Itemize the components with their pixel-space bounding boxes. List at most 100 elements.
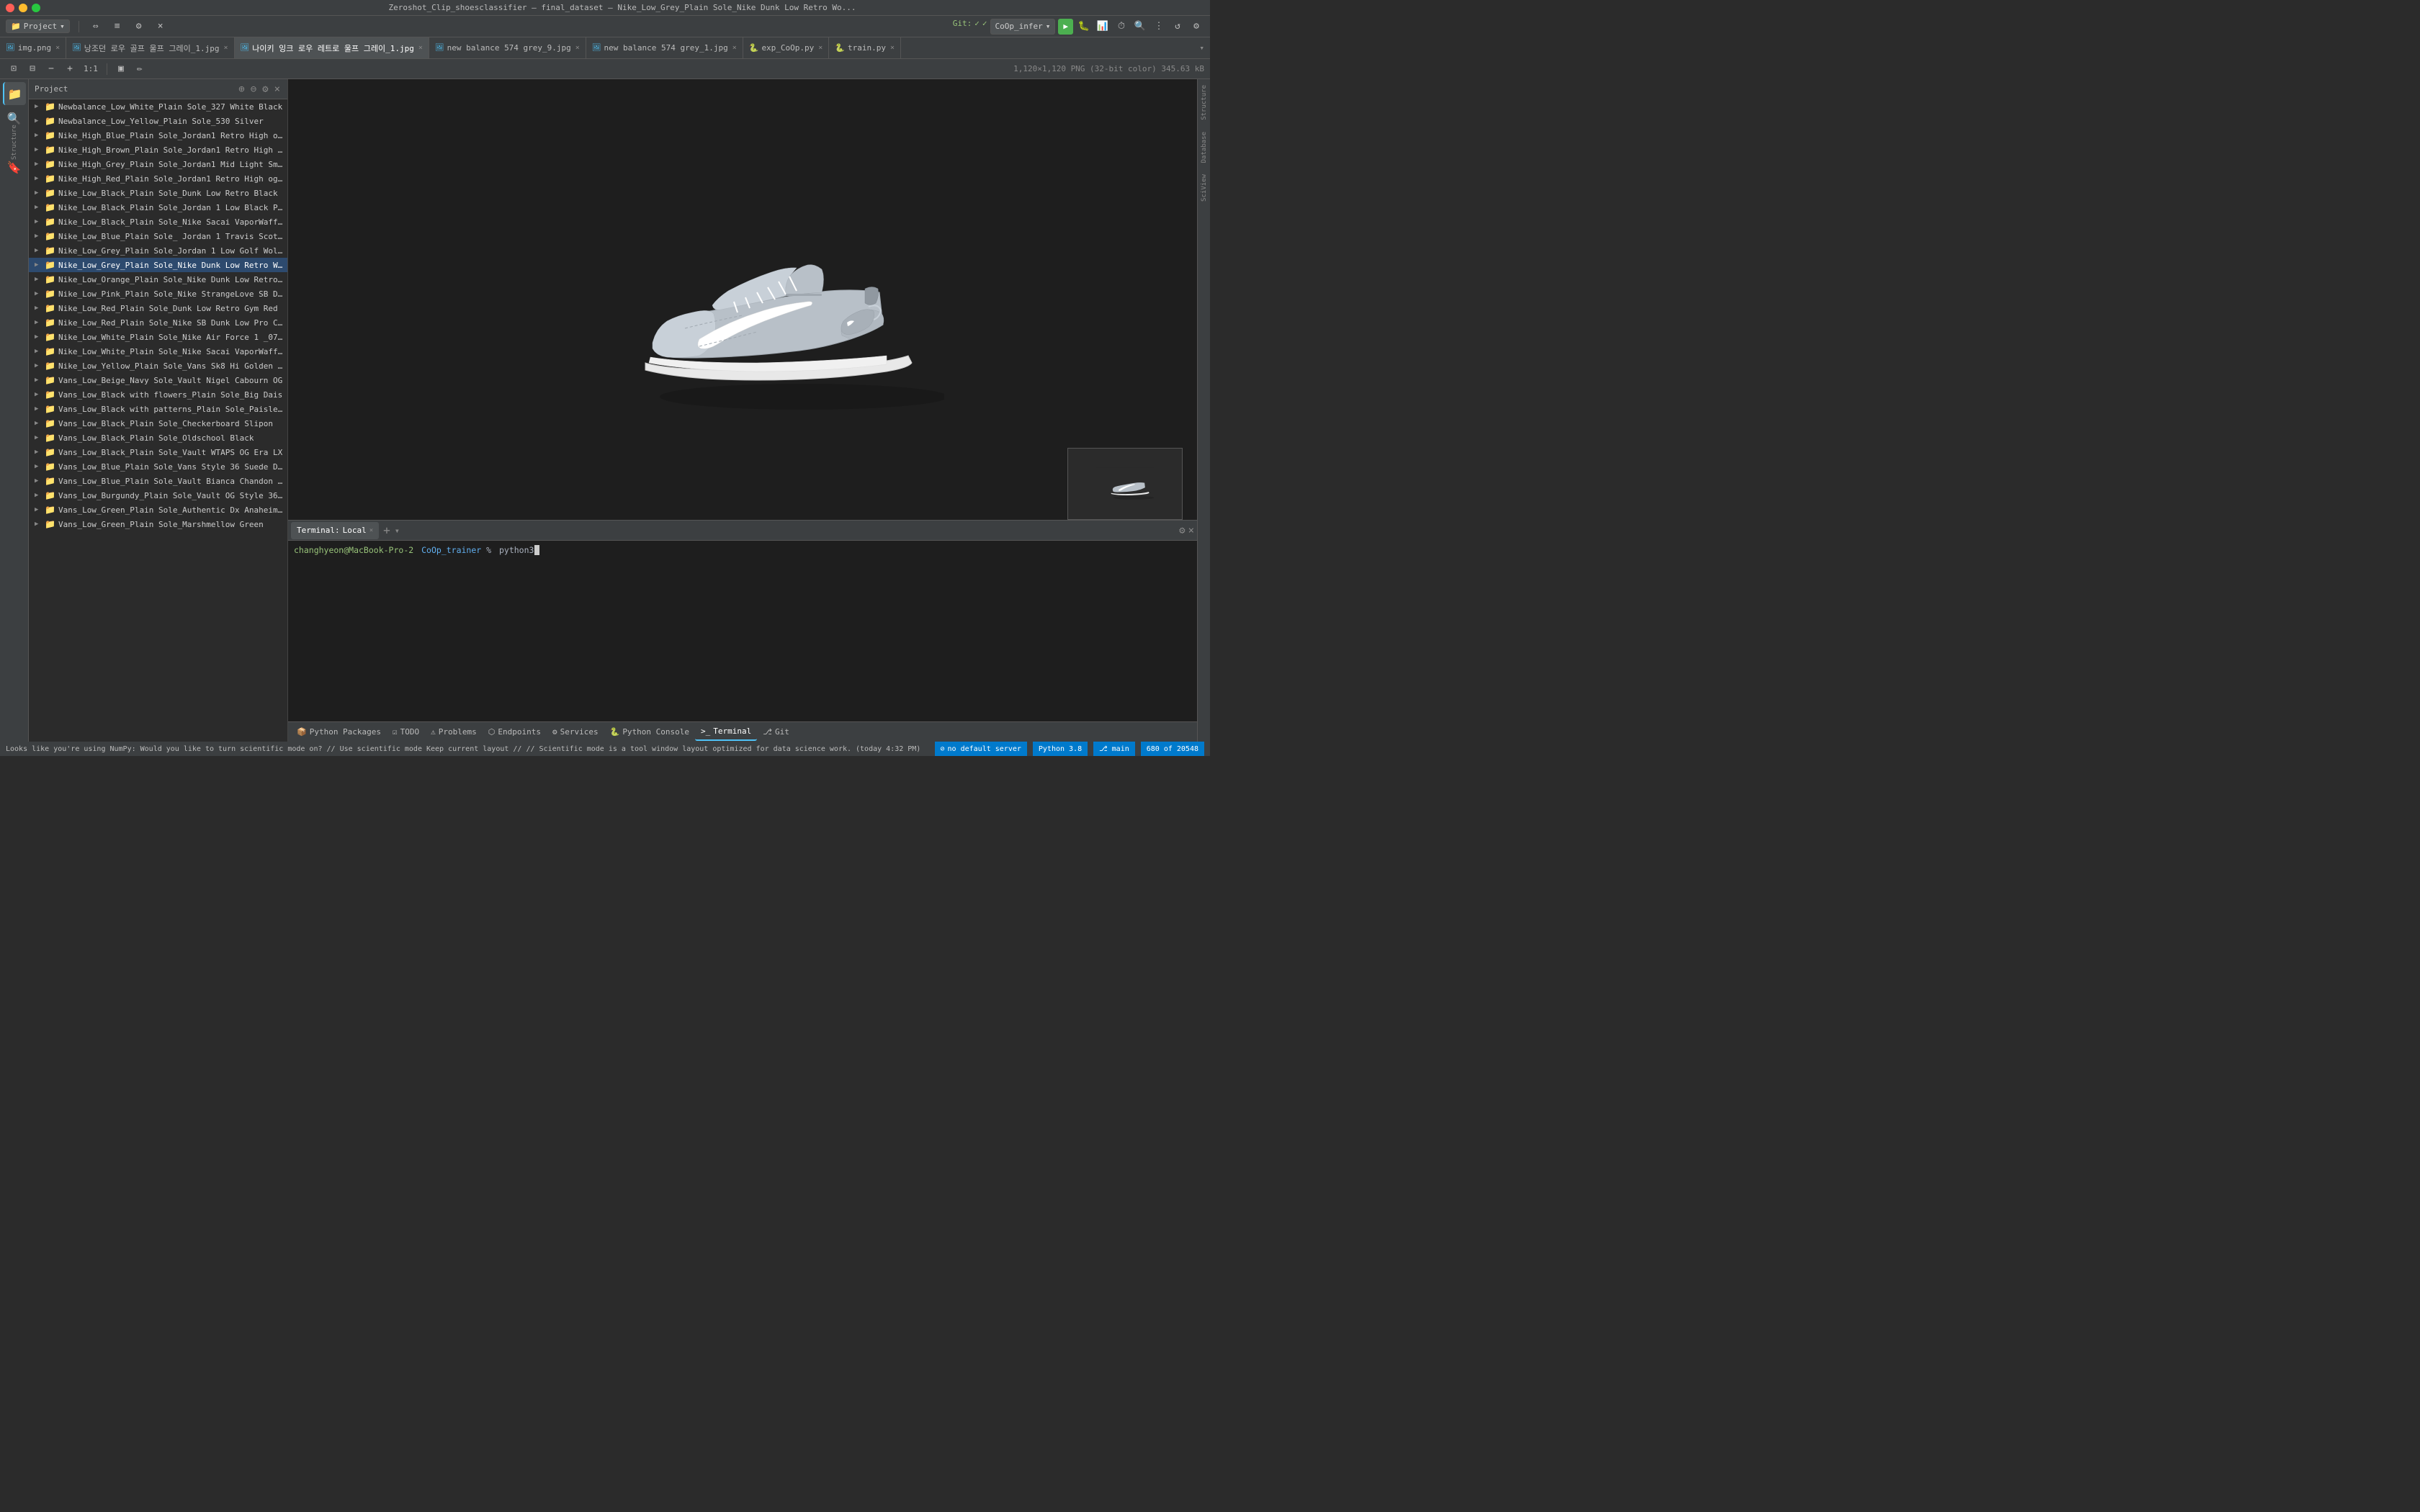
project-button[interactable]: 📁 Project ▾ [6,19,70,33]
sidebar-settings-icon[interactable]: ⚙ [261,82,269,96]
actual-size-button[interactable]: ▣ [113,61,129,77]
right-panel-structure[interactable]: Structure [1199,82,1209,123]
minimize-button[interactable] [19,4,27,12]
tree-item-nike-low-red-sb[interactable]: ▶ 📁 Nike_Low_Red_Plain Sole_Nike SB Dunk… [29,315,287,330]
tab-exp-coop[interactable]: 🐍 exp_CoOp.py × [743,37,830,59]
tree-item-vans-burgundy[interactable]: ▶ 📁 Vans_Low_Burgundy_Plain Sole_Vault O… [29,488,287,503]
fit-width-button[interactable]: ⊟ [24,61,40,77]
close-button[interactable] [6,4,14,12]
zoom-in-button[interactable]: + [62,61,78,77]
sidebar-collapse-icon[interactable]: ⊖ [249,82,258,96]
bottom-tab-git[interactable]: ⎇ Git [757,724,795,741]
terminal-close-icon[interactable]: × [1188,525,1194,536]
tree-item-nike-low-grey-jordan[interactable]: ▶ 📁 Nike_Low_Grey_Plain Sole_Jordan 1 Lo… [29,243,287,258]
sidebar-close-icon[interactable]: × [273,82,282,96]
terminal-body[interactable]: changhyeon@MacBook-Pro-2 CoOp_trainer % … [288,541,1197,721]
tree-item-vans-patterns[interactable]: ▶ 📁 Vans_Low_Black with patterns_Plain S… [29,402,287,416]
tab-nb574-9[interactable]: 🖼 new balance 574 grey_9.jpg × [429,37,586,59]
zoom-out-button[interactable]: − [43,61,59,77]
bottom-tab-services[interactable]: ⚙ Services [547,724,604,741]
tabs-overflow-button[interactable]: ▾ [1193,43,1210,53]
run-button[interactable]: ▶ [1058,19,1073,35]
tree-item-nike-high-red[interactable]: ▶ 📁 Nike_High_Red_Plain Sole_Jordan1 Ret… [29,171,287,186]
tab-img-close[interactable]: × [55,44,60,52]
activity-project[interactable]: 📁 [3,82,26,105]
terminal-add-button[interactable]: + [380,523,393,537]
tree-item-nb-white[interactable]: ▶ 📁 Newbalance_Low_White_Plain Sole_327 … [29,99,287,114]
tree-item-nike-low-red-gym[interactable]: ▶ 📁 Nike_Low_Red_Plain Sole_Dunk Low Ret… [29,301,287,315]
bottom-tab-todo[interactable]: ☑ TODO [387,724,425,741]
tab-korean2-close[interactable]: × [418,44,423,52]
tab-nb574-1-close[interactable]: × [732,44,737,52]
coop-infer-button[interactable]: CoOp_infer ▾ [990,19,1056,35]
tab-img[interactable]: 🖼 img.png × [0,37,66,59]
debug-button[interactable]: 🐛 [1076,19,1092,35]
tree-item-nike-low-black-jordan[interactable]: ▶ 📁 Nike_Low_Black_Plain Sole_Jordan 1 L… [29,200,287,215]
bottom-tab-terminal[interactable]: >_ Terminal [695,724,757,741]
tree-item-vans-oldschool[interactable]: ▶ 📁 Vans_Low_Black_Plain Sole_Oldschool … [29,431,287,445]
tab-exp-coop-close[interactable]: × [818,44,823,52]
edit-button[interactable]: ✏ [132,61,148,77]
tree-item-nb-yellow[interactable]: ▶ 📁 Newbalance_Low_Yellow_Plain Sole_530… [29,114,287,128]
collapse-all-button[interactable]: ≡ [109,19,125,35]
tree-item-nike-low-white-af1[interactable]: ▶ 📁 Nike_Low_White_Plain Sole_Nike Air F… [29,330,287,344]
bottom-tab-python-console[interactable]: 🐍 Python Console [604,724,695,741]
terminal-tab-local[interactable]: Terminal: Local × [291,522,379,539]
settings-button[interactable]: ⚙ [131,19,147,35]
terminal-local-close[interactable]: × [369,527,373,534]
tree-item-nike-low-black-dunk[interactable]: ▶ 📁 Nike_Low_Black_Plain Sole_Dunk Low R… [29,186,287,200]
profile-button[interactable]: ⏱ [1113,19,1129,35]
tree-item-nike-low-yellow[interactable]: ▶ 📁 Nike_Low_Yellow_Plain Sole_Vans Sk8 … [29,359,287,373]
tab-train[interactable]: 🐍 train.py × [829,37,901,59]
tree-item-nike-low-grey-dunk[interactable]: ▶ 📁 Nike_Low_Grey_Plain Sole_Nike Dunk L… [29,258,287,272]
expand-all-button[interactable]: ⇔ [88,19,104,35]
maximize-button[interactable] [32,4,40,12]
bottom-tab-problems[interactable]: ⚠ Problems [425,724,483,741]
right-panel-sciview[interactable]: SciView [1199,171,1209,204]
status-bar-server[interactable]: ⊘ no default server [935,742,1027,756]
tree-item-vans-blue-bianca[interactable]: ▶ 📁 Vans_Low_Blue_Plain Sole_Vault Bianc… [29,474,287,488]
tab-korean1-close[interactable]: × [223,44,228,52]
tree-item-vans-checker[interactable]: ▶ 📁 Vans_Low_Black_Plain Sole_Checkerboa… [29,416,287,431]
status-bar-branch[interactable]: ⎇ main [1093,742,1135,756]
fit-page-button[interactable]: ⊡ [6,61,22,77]
tree-item-vans-green-marsh[interactable]: ▶ 📁 Vans_Low_Green_Plain Sole_Marshmello… [29,517,287,531]
tree-item-vans-green-auth[interactable]: ▶ 📁 Vans_Low_Green_Plain Sole_Authentic … [29,503,287,517]
tree-item-vans-wtaps[interactable]: ▶ 📁 Vans_Low_Black_Plain Sole_Vault WTAP… [29,445,287,459]
tree-item-nike-low-white-sacai[interactable]: ▶ 📁 Nike_Low_White_Plain Sole_Nike Sacai… [29,344,287,359]
terminal-cursor [534,545,539,555]
coverage-button[interactable]: 📊 [1095,19,1111,35]
tree-item-nike-high-grey[interactable]: ▶ 📁 Nike_High_Grey_Plain Sole_Jordan1 Mi… [29,157,287,171]
terminal-tab-dropdown[interactable]: ▾ [395,526,400,536]
close-sidebar-button[interactable]: × [153,19,169,35]
tab-nb574-1[interactable]: 🖼 new balance 574 grey_1.jpg × [586,37,743,59]
tree-item-vans-flowers[interactable]: ▶ 📁 Vans_Low_Black with flowers_Plain So… [29,387,287,402]
tree-item-nike-low-black-sacai[interactable]: ▶ 📁 Nike_Low_Black_Plain Sole_Nike Sacai… [29,215,287,229]
settings2-button[interactable]: ⚙ [1188,19,1204,35]
tree-item-vans-beige[interactable]: ▶ 📁 Vans_Low_Beige_Navy Sole_Vault Nigel… [29,373,287,387]
tab-korean1[interactable]: 🖼 낭조던 로우 골프 울프 그레이_1.jpg × [66,37,234,59]
bottom-tab-endpoints[interactable]: ⬡ Endpoints [483,724,547,741]
status-bar-line-col[interactable]: 680 of 20548 [1141,742,1204,756]
tree-item-nike-high-brown[interactable]: ▶ 📁 Nike_High_Brown_Plain Sole_Jordan1 R… [29,143,287,157]
tree-item-vans-blue-style36[interactable]: ▶ 📁 Vans_Low_Blue_Plain Sole_Vans Style … [29,459,287,474]
tree-item-nike-low-orange[interactable]: ▶ 📁 Nike_Low_Orange_Plain Sole_Nike Dunk… [29,272,287,287]
search-button[interactable]: 🔍 [1132,19,1148,35]
image-viewer[interactable] [288,79,1197,520]
bottom-tab-python-packages[interactable]: 📦 Python Packages [291,724,387,741]
sidebar-expand-icon[interactable]: ⊕ [237,82,246,96]
tab-korean2[interactable]: 🖼 나이키 잉크 로우 레트로 울프 그레이_1.jpg × [235,37,429,59]
file-tree[interactable]: ▶ 📁 Newbalance_Low_White_Plain Sole_327 … [29,99,287,742]
more-actions-button[interactable]: ⋮ [1151,19,1167,35]
status-bar-python[interactable]: Python 3.8 [1033,742,1088,756]
tree-item-nike-low-blue[interactable]: ▶ 📁 Nike_Low_Blue_Plain Sole_ Jordan 1 T… [29,229,287,243]
tab-nb574-9-close[interactable]: × [575,44,580,52]
traffic-lights[interactable] [6,4,40,12]
activity-structure[interactable]: Structure [3,131,26,154]
terminal-settings-icon[interactable]: ⚙ [1179,525,1185,536]
refresh-button[interactable]: ↺ [1170,19,1186,35]
tab-train-close[interactable]: × [890,44,895,52]
right-panel-database[interactable]: Database [1199,129,1209,166]
tree-item-nike-high-blue[interactable]: ▶ 📁 Nike_High_Blue_Plain Sole_Jordan1 Re… [29,128,287,143]
tree-item-nike-low-pink[interactable]: ▶ 📁 Nike_Low_Pink_Plain Sole_Nike Strang… [29,287,287,301]
